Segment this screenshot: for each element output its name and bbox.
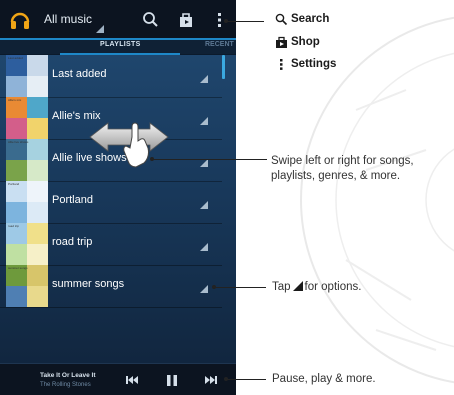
tab-strip: PLAYLISTS RECENT: [0, 40, 236, 54]
app-title[interactable]: All music: [44, 12, 92, 26]
option-triangle-icon[interactable]: [200, 285, 208, 293]
watermark: [236, 0, 454, 395]
now-playing-bar[interactable]: Take It Or Leave It The Rolling Stones: [0, 363, 236, 395]
album-art: Portland: [6, 181, 48, 223]
previous-icon[interactable]: [125, 374, 139, 386]
tab-playlists[interactable]: PLAYLISTS: [100, 41, 141, 48]
album-art-caption: Portland: [8, 182, 20, 186]
now-playing-title: Take It Or Leave It: [40, 372, 96, 379]
options-note-after: for options.: [304, 281, 362, 293]
playlist-list: Last added Last added Allie's mix Allie'…: [0, 55, 236, 363]
search-icon: [275, 13, 288, 26]
album-art-caption: Allie live shows: [8, 140, 29, 144]
action-bar: All music: [0, 0, 236, 40]
search-icon[interactable]: [141, 10, 161, 30]
swipe-hand-icon: [89, 122, 169, 168]
shop-icon: [276, 36, 287, 48]
options-note: Tap for options.: [272, 280, 361, 295]
callout-line: [226, 379, 266, 380]
dropdown-indicator-icon: [96, 25, 104, 33]
swipe-note: Swipe left or right for songs, playlists…: [271, 155, 414, 182]
list-item[interactable]: Last added Last added: [0, 55, 222, 98]
album-art: road trip: [6, 223, 48, 265]
album-art: Allie's mix: [6, 97, 48, 139]
list-item-label: Portland: [52, 194, 93, 206]
list-item[interactable]: road trip road trip: [0, 223, 222, 266]
headphones-icon[interactable]: [9, 9, 31, 31]
list-item[interactable]: summer songs summer songs: [0, 265, 222, 308]
next-icon[interactable]: [204, 374, 218, 386]
callout-line: [226, 21, 264, 22]
pause-icon[interactable]: [165, 374, 179, 386]
now-playing-artist: The Rolling Stones: [40, 382, 91, 388]
list-item[interactable]: Portland Portland: [0, 181, 222, 224]
album-art: summer songs: [6, 265, 48, 307]
tab-recent[interactable]: RECENT: [205, 41, 234, 48]
option-triangle-icon[interactable]: [200, 117, 208, 125]
callout-line: [214, 287, 266, 288]
options-note-before: Tap: [272, 281, 291, 293]
option-triangle-icon: [292, 281, 303, 291]
album-art-caption: summer songs: [8, 266, 28, 270]
callout-shop: Shop: [291, 36, 320, 48]
phone-screen: All music PLAYLISTS RECENT Last added La…: [0, 0, 236, 395]
album-art: Last added: [6, 55, 48, 97]
option-triangle-icon[interactable]: [200, 159, 208, 167]
option-triangle-icon[interactable]: [200, 201, 208, 209]
callout-settings: Settings: [291, 58, 337, 70]
list-item-label: road trip: [52, 236, 93, 248]
shop-icon[interactable]: [176, 10, 196, 30]
option-triangle-icon[interactable]: [200, 75, 208, 83]
album-art-caption: Last added: [8, 56, 23, 60]
overflow-menu-icon: [280, 59, 283, 70]
callout-search: Search: [291, 13, 330, 25]
album-art-caption: road trip: [8, 224, 20, 228]
playback-note: Pause, play & more.: [272, 373, 376, 385]
list-item-label: Last added: [52, 68, 107, 80]
album-art: Allie live shows: [6, 139, 48, 181]
album-art-caption: Allie's mix: [8, 98, 22, 102]
scrollbar[interactable]: [222, 55, 225, 79]
list-item-label: summer songs: [52, 278, 125, 290]
option-triangle-icon[interactable]: [200, 243, 208, 251]
callout-line: [152, 159, 267, 160]
